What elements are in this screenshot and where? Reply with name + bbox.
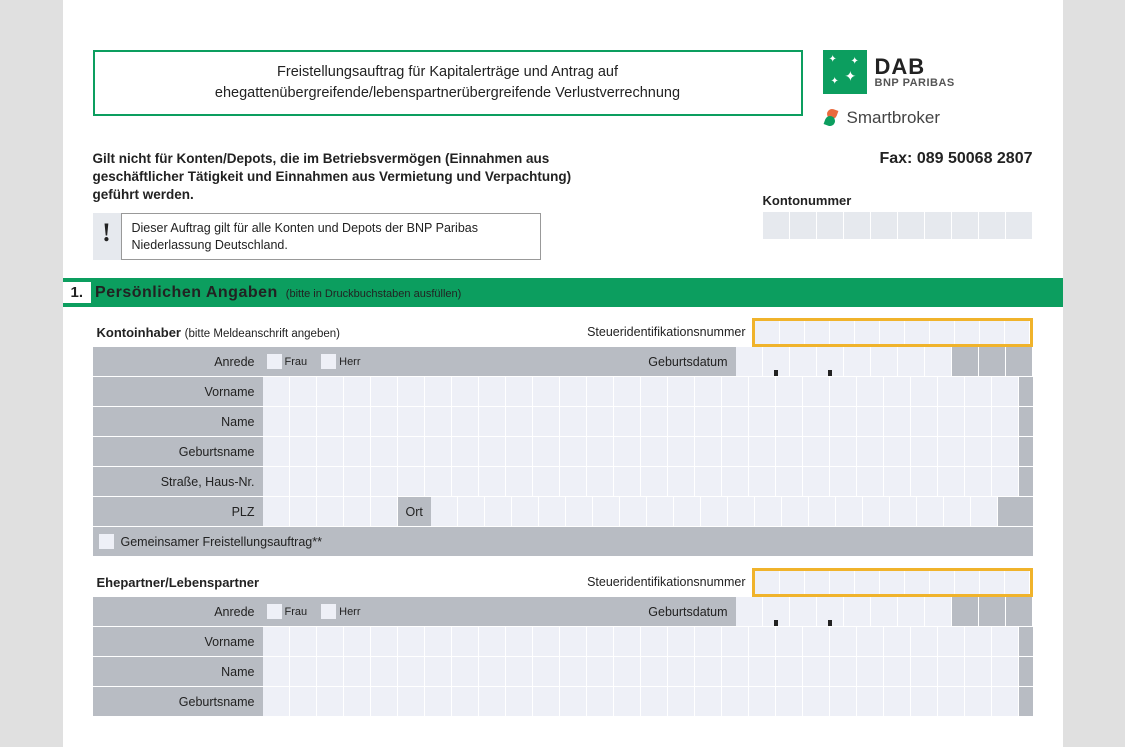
ehepartner-header: Ehepartner/Lebenspartner Steueridentifik…: [93, 567, 1033, 597]
smartbroker-text: Smartbroker: [847, 108, 941, 128]
smartbroker-logo: Smartbroker: [823, 108, 1033, 128]
title-line-2: ehegattenübergreifende/lebenspartnerüber…: [109, 83, 787, 104]
geburtsdatum-input-2[interactable]: [736, 597, 1033, 626]
section-bar: 1. Persönlichen Angaben (bitte in Druckb…: [63, 278, 1063, 307]
name-input-2[interactable]: [263, 657, 1033, 686]
herr-checkbox-1[interactable]: [321, 354, 336, 369]
geburtsname-label-2: Geburtsname: [93, 695, 263, 709]
name-input-1[interactable]: [263, 407, 1033, 436]
herr-checkbox-2[interactable]: [321, 604, 336, 619]
form-area: Kontoinhaber (bitte Meldeanschrift angeb…: [93, 317, 1033, 717]
smartbroker-icon: [823, 109, 841, 127]
kontonummer-input[interactable]: [763, 212, 1033, 239]
vorname-input-2[interactable]: [263, 627, 1033, 656]
brand-name: DAB: [875, 56, 955, 78]
anrede-label-2: Anrede: [93, 605, 263, 619]
joint-checkbox[interactable]: [99, 534, 114, 549]
title-box: Freistellungsauftrag für Kapitalerträge …: [93, 50, 803, 116]
frau-label-2: Frau: [285, 606, 308, 618]
kontonummer-block: Kontonummer: [763, 193, 1033, 239]
vorname-row-1: Vorname: [93, 377, 1033, 407]
section-title: Persönlichen Angaben: [95, 284, 278, 302]
ehepartner-label: Ehepartner/Lebenspartner: [97, 575, 260, 590]
herr-label-1: Herr: [339, 356, 360, 368]
name-row-1: Name: [93, 407, 1033, 437]
geburtsname-row-1: Geburtsname: [93, 437, 1033, 467]
joint-row: Gemeinsamer Freistellungsauftrag**: [93, 527, 1033, 557]
joint-label: Gemeinsamer Freistellungsauftrag**: [121, 535, 322, 549]
kontonummer-label: Kontonummer: [763, 193, 1033, 208]
ort-input[interactable]: [431, 497, 1033, 526]
bnp-stars-icon: ✦ ✦ ✦ ✦: [823, 50, 867, 94]
name-row-2: Name: [93, 657, 1033, 687]
warning-text: Gilt nicht für Konten/Depots, die im Bet…: [93, 150, 850, 205]
anrede-label-1: Anrede: [93, 355, 263, 369]
tax-id-label-2: Steueridentifikationsnummer: [587, 575, 751, 589]
section-hint: (bitte in Druckbuchstaben ausfüllen): [286, 288, 461, 300]
geburtsname-row-2: Geburtsname: [93, 687, 1033, 717]
kontoinhaber-header: Kontoinhaber (bitte Meldeanschrift angeb…: [93, 317, 1033, 347]
geburtsdatum-label-2: Geburtsdatum: [375, 605, 736, 619]
logo-block: ✦ ✦ ✦ ✦ DAB BNP PARIBAS Smartbroker: [823, 50, 1033, 128]
title-line-1: Freistellungsauftrag für Kapitalerträge …: [109, 62, 787, 83]
plz-input[interactable]: [263, 497, 398, 526]
exclamation-icon: !: [93, 213, 121, 261]
kontoinhaber-label: Kontoinhaber: [97, 325, 182, 340]
plz-ort-row: PLZ Ort: [93, 497, 1033, 527]
section-number: 1.: [63, 282, 92, 303]
geburtsname-input-1[interactable]: [263, 437, 1033, 466]
anrede-row-2: Anrede Frau Herr Geburtsdatum: [93, 597, 1033, 627]
geburtsdatum-label-1: Geburtsdatum: [375, 355, 736, 369]
plz-label: PLZ: [93, 505, 263, 519]
ort-label: Ort: [398, 497, 431, 526]
anrede-row-1: Anrede Frau Herr Geburtsdatum: [93, 347, 1033, 377]
document-page: Freistellungsauftrag für Kapitalerträge …: [63, 0, 1063, 747]
tax-id-input-2[interactable]: [752, 568, 1033, 597]
header: Freistellungsauftrag für Kapitalerträge …: [93, 50, 1033, 128]
dab-logo: ✦ ✦ ✦ ✦ DAB BNP PARIBAS: [823, 50, 1033, 94]
name-label-1: Name: [93, 415, 263, 429]
tax-id-label-1: Steueridentifikationsnummer: [587, 325, 751, 339]
frau-checkbox-2[interactable]: [267, 604, 282, 619]
vorname-input-1[interactable]: [263, 377, 1033, 406]
brand-sub: BNP PARIBAS: [875, 78, 955, 89]
frau-label-1: Frau: [285, 356, 308, 368]
strasse-row: Straße, Haus-Nr.: [93, 467, 1033, 497]
herr-label-2: Herr: [339, 606, 360, 618]
tax-id-input-1[interactable]: [752, 318, 1033, 347]
notice-box: Dieser Auftrag gilt für alle Konten und …: [121, 213, 541, 261]
vorname-label-2: Vorname: [93, 635, 263, 649]
name-label-2: Name: [93, 665, 263, 679]
frau-checkbox-1[interactable]: [267, 354, 282, 369]
vorname-row-2: Vorname: [93, 627, 1033, 657]
kontoinhaber-hint: (bitte Meldeanschrift angeben): [185, 328, 340, 340]
strasse-label: Straße, Haus-Nr.: [93, 475, 263, 489]
strasse-input[interactable]: [263, 467, 1033, 496]
geburtsname-label-1: Geburtsname: [93, 445, 263, 459]
geburtsname-input-2[interactable]: [263, 687, 1033, 716]
geburtsdatum-input-1[interactable]: [736, 347, 1033, 376]
vorname-label-1: Vorname: [93, 385, 263, 399]
